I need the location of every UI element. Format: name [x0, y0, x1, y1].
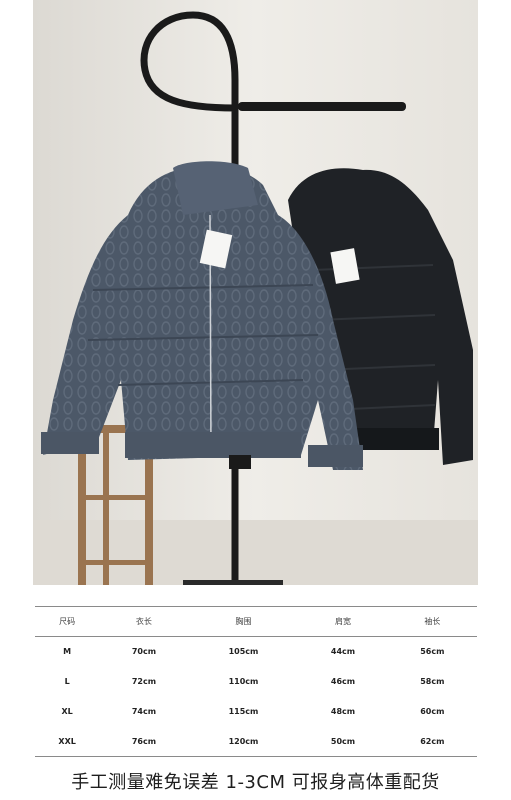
header-sleeve: 袖长 — [424, 617, 441, 626]
cell-length: 74cm — [131, 707, 157, 716]
cell-sleeve: 60cm — [420, 707, 445, 716]
table-row: M 70cm 105cm 44cm 56cm — [35, 637, 477, 667]
cell-chest: 120cm — [228, 736, 259, 746]
cell-size: L — [64, 677, 70, 686]
measurement-note: 手工测量难免误差 1-3CM 可报身高体重配货 — [71, 772, 440, 793]
cell-length: 76cm — [131, 736, 157, 746]
header-length: 衣长 — [135, 617, 152, 626]
table-row: L 72cm 110cm 46cm 58cm — [35, 667, 477, 697]
cell-sleeve: 62cm — [420, 736, 445, 746]
header-shoulder: 肩宽 — [335, 617, 352, 626]
cell-shoulder: 50cm — [330, 736, 356, 746]
cell-shoulder: 44cm — [330, 647, 356, 657]
cell-length: 72cm — [131, 677, 157, 686]
cell-shoulder: 48cm — [330, 707, 356, 716]
cell-chest: 115cm — [228, 707, 259, 716]
table-row: XL 74cm 115cm 48cm 60cm — [35, 697, 477, 727]
header-chest: 胸围 — [235, 617, 252, 626]
cell-sleeve: 56cm — [420, 647, 445, 657]
cell-sleeve: 58cm — [420, 677, 445, 686]
cell-chest: 110cm — [228, 677, 259, 686]
size-table: 尺码 衣长 胸围 肩宽 袖长 M 70cm 105cm 44cm 56cm L … — [35, 606, 477, 757]
cell-length: 70cm — [131, 647, 157, 657]
cell-size: M — [63, 647, 72, 657]
table-header-row: 尺码 衣长 胸围 肩宽 袖长 — [35, 607, 477, 637]
table-row: XXL 76cm 120cm 50cm 62cm — [35, 727, 477, 757]
cell-size: XL — [61, 707, 73, 716]
cell-size: XXL — [58, 736, 76, 746]
cell-chest: 105cm — [228, 647, 259, 657]
cell-shoulder: 46cm — [330, 677, 356, 686]
product-photo — [33, 0, 478, 585]
jackets-on-rack-image — [33, 0, 478, 585]
header-size: 尺码 — [59, 617, 76, 626]
